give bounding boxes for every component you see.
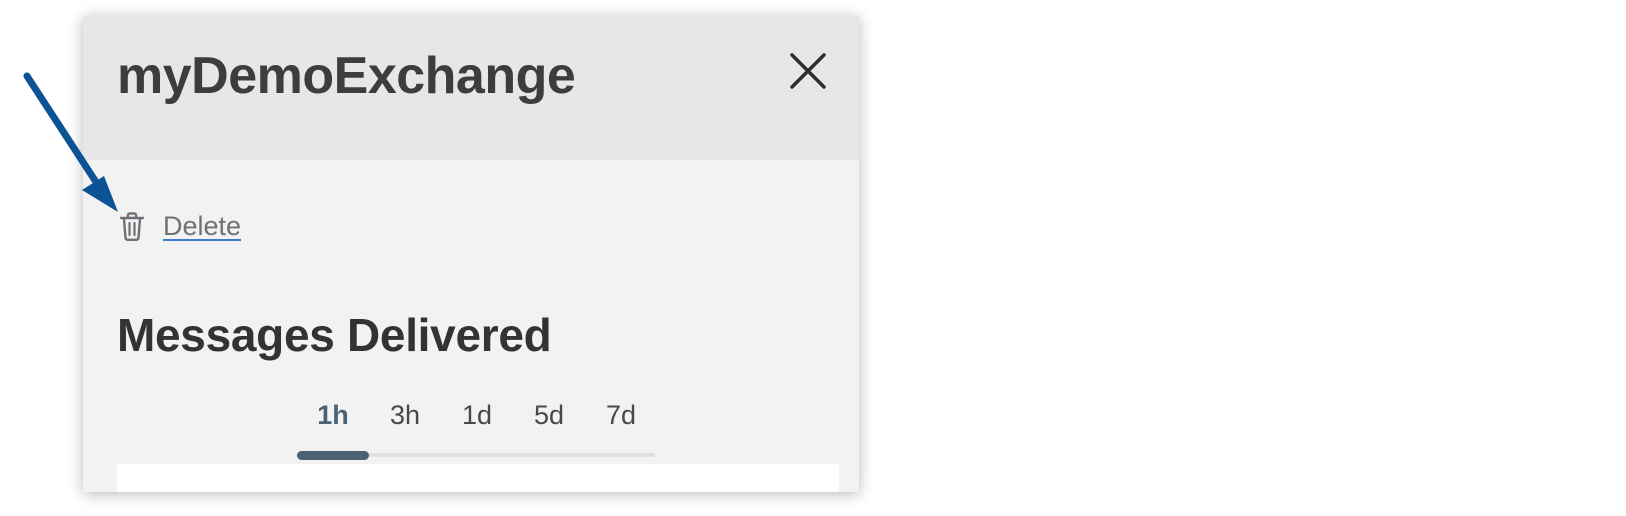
panel-header: myDemoExchange [83,16,859,160]
active-tab-indicator [297,451,369,460]
delete-action[interactable]: Delete [117,206,241,246]
trash-icon[interactable] [117,210,147,242]
tab-7d[interactable]: 7d [585,400,657,431]
tab-1d[interactable]: 1d [441,400,513,431]
tab-3h[interactable]: 3h [369,400,441,431]
messages-chart-area [117,464,839,492]
tab-1h[interactable]: 1h [297,400,369,431]
delete-link[interactable]: Delete [163,211,241,242]
messages-delivered-title: Messages Delivered [117,309,552,361]
close-icon [790,53,826,89]
close-button[interactable] [789,52,827,90]
panel-title: myDemoExchange [117,47,576,105]
tab-5d[interactable]: 5d [513,400,585,431]
exchange-detail-panel: myDemoExchange Delete Messages Delivered… [83,16,859,492]
time-range-tabs: 1h 3h 1d 5d 7d [297,400,841,460]
